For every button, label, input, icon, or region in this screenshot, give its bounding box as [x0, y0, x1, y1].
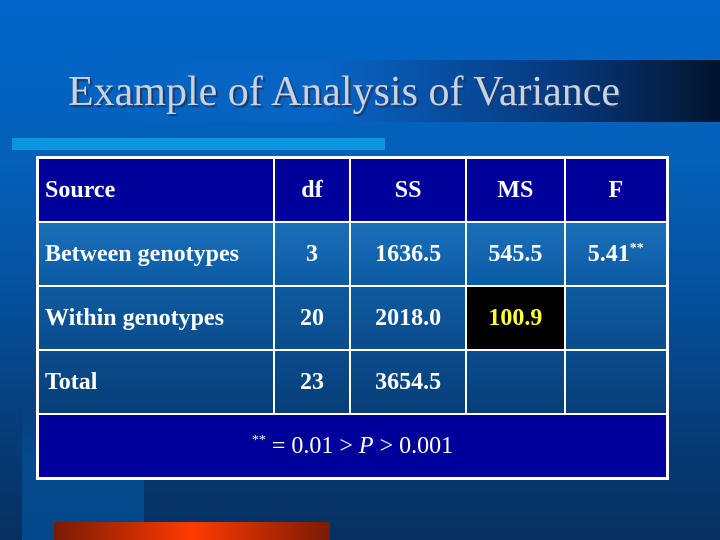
footnote-p-symbol: P	[358, 432, 374, 459]
footnote-marker: **	[251, 432, 266, 448]
header-ms: MS	[465, 156, 566, 223]
cell-source: Total	[36, 349, 275, 415]
significance-marker: **	[629, 240, 644, 256]
header-f: F	[563, 156, 669, 223]
table-row: Between genotypes 3 1636.5 545.5 5.41**	[36, 221, 669, 287]
cell-ms	[465, 349, 566, 415]
cell-df: 3	[272, 221, 351, 287]
cell-ss: 2018.0	[348, 285, 468, 351]
slide-title: Example of Analysis of Variance	[68, 69, 621, 115]
cell-ms: 545.5	[465, 221, 566, 287]
footnote-text-before: = 0.01 >	[265, 432, 359, 459]
cell-ss: 1636.5	[348, 221, 468, 287]
header-ss: SS	[348, 156, 468, 223]
footnote-text-after: > 0.001	[373, 432, 454, 459]
header-df: df	[272, 156, 351, 223]
anova-table: Source df SS MS F Between genotypes 3 16…	[36, 156, 669, 480]
footnote-row: ** = 0.01 > P > 0.001	[36, 413, 669, 480]
cell-ms-highlighted: 100.9	[465, 285, 566, 351]
cell-source: Within genotypes	[36, 285, 275, 351]
header-source: Source	[36, 156, 275, 223]
table-row: Within genotypes 20 2018.0 100.9	[36, 285, 669, 351]
decorative-bottom-bar	[54, 522, 330, 540]
table-row: Total 23 3654.5	[36, 349, 669, 415]
table-header-row: Source df SS MS F	[36, 156, 669, 223]
cell-f	[563, 285, 669, 351]
cell-source: Between genotypes	[36, 221, 275, 287]
footnote: ** = 0.01 > P > 0.001	[36, 413, 669, 480]
cell-f: 5.41**	[563, 221, 669, 287]
f-value: 5.41	[587, 240, 630, 267]
cell-df: 20	[272, 285, 351, 351]
cell-f	[563, 349, 669, 415]
cell-ss: 3654.5	[348, 349, 468, 415]
cell-df: 23	[272, 349, 351, 415]
accent-bar	[12, 138, 385, 150]
